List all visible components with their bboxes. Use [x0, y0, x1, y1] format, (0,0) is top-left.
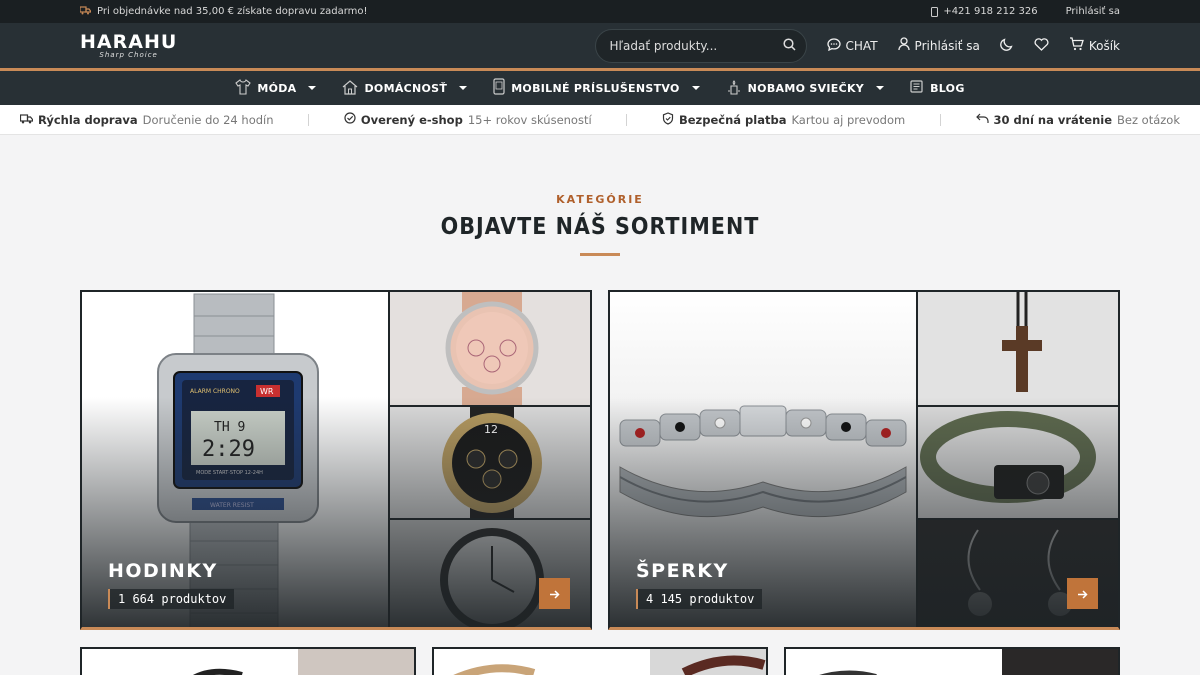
trust-item-returns: 30 dní na vrátenie Bez otázok — [975, 112, 1180, 127]
category-title: HODINKY — [108, 560, 218, 582]
user-icon — [897, 37, 910, 54]
nav-item-sviecky[interactable]: NOBAMO SVIEČKY — [726, 79, 885, 98]
svg-text:ALARM CHRONO: ALARM CHRONO — [190, 388, 240, 395]
category-count: 4 145 produktov — [636, 589, 763, 609]
svg-text:WR: WR — [260, 387, 274, 396]
trust-subtitle: Bez otázok — [1117, 112, 1180, 127]
section-underline — [580, 253, 620, 256]
nav-item-mobilne[interactable]: MOBILNÉ PRÍSLUŠENSTVO — [493, 78, 700, 98]
search-icon[interactable] — [782, 37, 796, 54]
candle-icon — [726, 79, 742, 98]
nav-item-blog[interactable]: BLOG — [910, 80, 965, 96]
promo-message: Pri objednávke nad 35,00 € získate dopra… — [79, 5, 368, 18]
return-arrow-icon — [975, 113, 989, 127]
nav-label-mobilne: MOBILNÉ PRÍSLUŠENSTVO — [511, 81, 680, 95]
shirt-icon — [235, 78, 252, 98]
nav-item-domacnost[interactable]: DOMÁCNOSŤ — [342, 79, 468, 98]
phone-link[interactable]: +421 918 212 326 — [931, 6, 1038, 17]
logo[interactable]: HARAHU Sharp Choice — [80, 30, 178, 59]
section-label: KATEGÓRIE — [556, 193, 644, 206]
smartphone-icon — [493, 78, 505, 98]
trust-item-shipping: Rýchla doprava Doručenie do 24 hodín — [19, 112, 274, 127]
logo-main: HARAHU — [80, 30, 178, 53]
phone-icon — [931, 6, 939, 17]
divider — [308, 113, 310, 126]
category-card-partial-1[interactable] — [80, 647, 416, 675]
cart-icon — [1069, 37, 1084, 54]
chevron-down-icon — [876, 86, 885, 90]
category-arrow-button[interactable] — [539, 578, 570, 609]
chevron-down-icon — [691, 86, 700, 90]
arrow-right-icon — [549, 584, 560, 603]
trust-item-payment: Bezpečná platba Kartou aj prevodom — [662, 111, 906, 128]
trust-title: 30 dní na vrátenie — [993, 112, 1112, 127]
arrow-right-icon — [1077, 584, 1088, 603]
chat-icon — [826, 37, 841, 54]
newspaper-icon — [910, 80, 924, 96]
check-circle-icon — [344, 112, 356, 127]
category-card-sperky[interactable]: ŠPERKY 4 145 produktov — [608, 290, 1120, 630]
chat-button[interactable]: CHAT — [826, 37, 878, 54]
shield-icon — [662, 111, 674, 128]
category-thumb-1 — [916, 292, 1118, 405]
category-card-partial-3[interactable] — [784, 647, 1120, 675]
phone-number: +421 918 212 326 — [943, 6, 1038, 17]
dark-mode-toggle[interactable] — [1000, 37, 1014, 54]
main-nav: MÓDA DOMÁCNOSŤ MOBILNÉ PRÍSLUŠENSTVO NOB… — [0, 71, 1200, 105]
search-placeholder: Hľadať produkty... — [609, 38, 718, 53]
wishlist-button[interactable] — [1034, 37, 1049, 54]
trust-bar: Rýchla doprava Doručenie do 24 hodín Ove… — [0, 105, 1200, 135]
search-input[interactable]: Hľadať produkty... — [594, 28, 807, 63]
login-label: Prihlásiť sa — [914, 38, 980, 53]
category-card-partial-2[interactable] — [432, 647, 768, 675]
heart-icon — [1034, 37, 1049, 54]
category-title: ŠPERKY — [636, 560, 729, 582]
category-thumb-1 — [388, 292, 590, 405]
chevron-down-icon — [459, 86, 468, 90]
category-card-hodinky[interactable]: ALARM CHRONO WR TH 9 2:29 MODE START·STO… — [80, 290, 592, 630]
top-bar: Pri objednávke nad 35,00 € získate dopra… — [0, 0, 1200, 23]
category-arrow-button[interactable] — [1067, 578, 1098, 609]
header: HARAHU Sharp Choice Hľadať produkty... C… — [0, 23, 1200, 71]
chat-label: CHAT — [845, 38, 878, 53]
cart-label: Košík — [1088, 38, 1120, 53]
divider — [626, 113, 628, 126]
trust-subtitle: Kartou aj prevodom — [791, 112, 906, 127]
promo-text: Pri objednávke nad 35,00 € získate dopra… — [97, 6, 368, 17]
truck-icon — [79, 5, 92, 18]
category-count: 1 664 produktov — [108, 589, 235, 609]
trust-title: Rýchla doprava — [38, 112, 138, 127]
topbar-login-link[interactable]: Prihlásiť sa — [1066, 6, 1120, 17]
chevron-down-icon — [308, 86, 317, 90]
nav-label-moda: MÓDA — [257, 81, 297, 95]
cart-button[interactable]: Košík — [1069, 37, 1120, 54]
trust-title: Bezpečná platba — [678, 112, 787, 127]
section-title: OBJAVTE NÁŠ SORTIMENT — [440, 214, 760, 240]
divider — [939, 113, 941, 126]
nav-item-moda[interactable]: MÓDA — [235, 78, 317, 98]
login-button[interactable]: Prihlásiť sa — [897, 37, 980, 54]
moon-icon — [1000, 37, 1014, 54]
trust-subtitle: 15+ rokov skúseností — [467, 112, 592, 127]
nav-label-sviecky: NOBAMO SVIEČKY — [747, 81, 865, 95]
trust-title: Overený e-shop — [360, 112, 463, 127]
trust-subtitle: Doručenie do 24 hodín — [142, 112, 274, 127]
trust-item-verified: Overený e-shop 15+ rokov skúseností — [344, 112, 592, 127]
nav-label-domacnost: DOMÁCNOSŤ — [364, 81, 448, 95]
truck-icon — [19, 113, 34, 127]
home-icon — [342, 79, 358, 98]
nav-label-blog: BLOG — [930, 81, 965, 95]
